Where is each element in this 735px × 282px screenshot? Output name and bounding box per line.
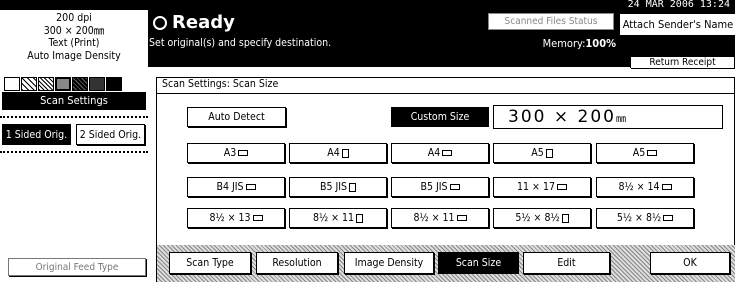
size-a5-portrait-button[interactable]: A5 — [493, 143, 591, 163]
portrait-paper-icon — [349, 182, 357, 192]
auto-detect-button[interactable]: Auto Detect — [187, 107, 286, 127]
size-b4-jis-landscape-button[interactable]: B4 JIS — [187, 177, 285, 197]
size-5-5x8-5-landscape-button[interactable]: 5½ × 8½ — [596, 208, 694, 228]
density-level-4-selected — [55, 77, 71, 91]
original-feed-type-button[interactable]: Original Feed Type — [8, 258, 146, 276]
portrait-paper-icon — [545, 148, 553, 158]
memory-value: 100% — [585, 37, 616, 50]
memory-label: Memory: — [542, 37, 586, 50]
custom-size-button[interactable]: Custom Size — [391, 107, 489, 127]
current-settings: 200 dpi 300 × 200㎜ Text (Print) Auto Ima… — [0, 12, 148, 62]
one-sided-original-button[interactable]: 1 Sided Orig. — [2, 124, 71, 145]
tab-image-density[interactable]: Image Density — [344, 252, 434, 274]
resolution-value: 200 dpi — [56, 12, 92, 24]
tab-edit[interactable]: Edit — [523, 252, 610, 274]
tab-scan-type[interactable]: Scan Type — [169, 252, 251, 274]
size-5-5x8-5-portrait-button[interactable]: 5½ × 8½ — [493, 208, 591, 228]
landscape-paper-icon — [556, 184, 567, 190]
mode-value: Text (Print) — [48, 37, 100, 49]
size-a3-landscape-button[interactable]: A3 — [187, 143, 285, 163]
custom-size-value: 300 × 200 — [508, 107, 616, 127]
instruction-text: Set original(s) and specify destination. — [149, 37, 332, 49]
landscape-paper-icon — [442, 150, 453, 156]
size-8-5x14-landscape-button[interactable]: 8½ × 14 — [596, 177, 694, 197]
dialog-title: Scan Settings: Scan Size — [162, 78, 279, 90]
ok-button[interactable]: OK — [650, 252, 730, 274]
custom-size-field[interactable]: 300 × 200㎜ — [493, 105, 723, 129]
ready-label: Ready — [172, 12, 235, 33]
density-level-5 — [72, 77, 88, 91]
density-level-3 — [38, 77, 54, 91]
landscape-paper-icon — [663, 215, 674, 221]
scan-settings-button[interactable]: Scan Settings — [2, 92, 146, 110]
landscape-paper-icon — [661, 184, 672, 190]
density-level-1 — [4, 77, 20, 91]
landscape-paper-icon — [238, 150, 249, 156]
size-8-5x13-landscape-button[interactable]: 8½ × 13 — [187, 208, 285, 228]
tab-resolution[interactable]: Resolution — [256, 252, 338, 274]
ready-icon — [153, 15, 167, 30]
size-value: 300 × 200㎜ — [43, 24, 105, 37]
dialog-title-divider — [157, 93, 735, 94]
portrait-paper-icon — [356, 213, 364, 223]
size-b5-jis-portrait-button[interactable]: B5 JIS — [289, 177, 387, 197]
landscape-paper-icon — [252, 215, 263, 221]
size-a5-landscape-button[interactable]: A5 — [596, 143, 694, 163]
landscape-paper-icon — [449, 184, 460, 190]
scanned-files-status-button[interactable]: Scanned Files Status — [488, 13, 614, 30]
divider — [0, 116, 148, 118]
size-a4-landscape-button[interactable]: A4 — [391, 143, 489, 163]
density-level-7 — [106, 77, 122, 91]
density-indicator — [4, 77, 122, 91]
landscape-paper-icon — [456, 215, 467, 221]
return-receipt-button[interactable]: Return Receipt — [630, 56, 735, 68]
size-8-5x11-portrait-button[interactable]: 8½ × 11 — [289, 208, 387, 228]
size-b5-jis-landscape-button[interactable]: B5 JIS — [391, 177, 489, 197]
memory-indicator: Memory:100% — [490, 37, 616, 50]
density-level-6 — [89, 77, 105, 91]
portrait-paper-icon — [341, 148, 349, 158]
density-level-2 — [21, 77, 37, 91]
size-a4-portrait-button[interactable]: A4 — [289, 143, 387, 163]
size-11x17-landscape-button[interactable]: 11 × 17 — [493, 177, 591, 197]
tab-scan-size[interactable]: Scan Size — [438, 252, 519, 274]
custom-size-unit: ㎜ — [615, 114, 626, 125]
size-8-5x11-landscape-button[interactable]: 8½ × 11 — [391, 208, 489, 228]
density-value: Auto Image Density — [27, 49, 121, 62]
landscape-paper-icon — [647, 150, 658, 156]
attach-senders-name-button[interactable]: Attach Sender's Name — [619, 13, 735, 36]
portrait-paper-icon — [561, 213, 569, 223]
landscape-paper-icon — [245, 184, 256, 190]
divider — [0, 151, 148, 153]
ready-status: Ready — [153, 12, 235, 33]
two-sided-original-button[interactable]: 2 Sided Orig. — [76, 124, 145, 145]
